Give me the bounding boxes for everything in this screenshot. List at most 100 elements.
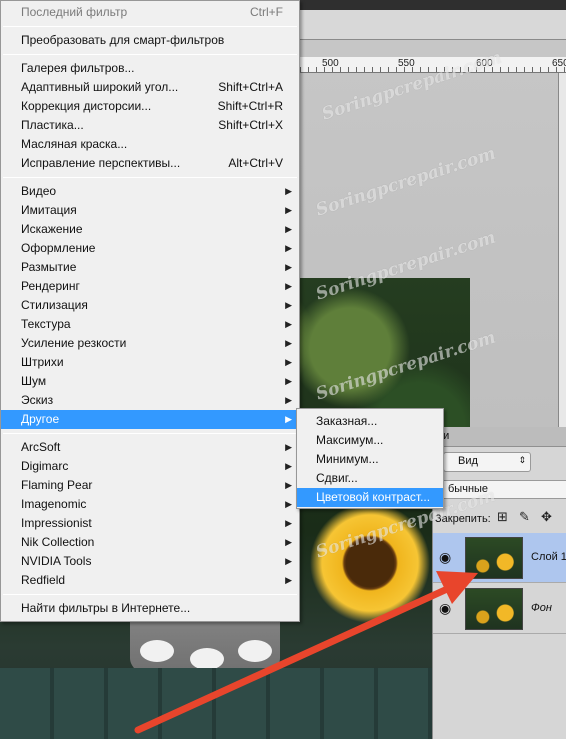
ruler-ticks xyxy=(300,67,566,72)
menu-item-label: Шум xyxy=(21,374,47,388)
updown-arrow-icon: ⇕ xyxy=(518,455,526,465)
horizontal-ruler: 500 550 600 650 xyxy=(300,57,566,73)
submenu-arrow-icon: ▶ xyxy=(285,243,292,253)
menu-separator xyxy=(3,594,297,595)
submenu-item-minimum[interactable]: Минимум... xyxy=(297,450,443,469)
menu-item-blur[interactable]: Размытие ▶ xyxy=(1,258,299,277)
submenu-item-maximum[interactable]: Максимум... xyxy=(297,431,443,450)
menu-item-find-filters-online[interactable]: Найти фильтры в Интернете... xyxy=(1,599,299,618)
blend-mode-select[interactable]: бычные xyxy=(443,480,566,499)
menu-item-label: Последний фильтр xyxy=(21,5,128,19)
menu-item-distort[interactable]: Искажение ▶ xyxy=(1,220,299,239)
menu-item-redfield[interactable]: Redfield ▶ xyxy=(1,571,299,590)
menu-item-label: Исправление перспективы... xyxy=(21,156,181,170)
menu-separator xyxy=(3,54,297,55)
layer-row[interactable]: ◉ Фон xyxy=(433,584,566,634)
watermark-text: Soringpcrepair.com xyxy=(313,143,499,221)
submenu-arrow-icon: ▶ xyxy=(285,376,292,386)
filter-menu: Последний фильтр Ctrl+F Преобразовать дл… xyxy=(0,0,300,622)
menu-item-video[interactable]: Видео ▶ xyxy=(1,182,299,201)
document-tab-bar xyxy=(300,10,566,40)
menu-item-artistic[interactable]: Имитация ▶ xyxy=(1,201,299,220)
menu-item-shortcut: Shift+Ctrl+X xyxy=(218,118,283,132)
menu-item-label: NVIDIA Tools xyxy=(21,554,92,568)
menu-item-label: Галерея фильтров... xyxy=(21,61,135,75)
menu-item-label: Imagenomic xyxy=(21,497,87,511)
menu-separator xyxy=(3,26,297,27)
submenu-arrow-icon: ▶ xyxy=(285,224,292,234)
menu-item-label: Оформление xyxy=(21,241,96,255)
menu-separator xyxy=(3,177,297,178)
menu-item-noise[interactable]: Шум ▶ xyxy=(1,372,299,391)
menu-item-label: Redfield xyxy=(21,573,66,587)
submenu-arrow-icon: ▶ xyxy=(285,262,292,272)
eye-icon[interactable]: ◉ xyxy=(439,549,451,566)
menu-item-label: Пластика... xyxy=(21,118,84,132)
menu-item-label: Стилизация xyxy=(21,298,88,312)
menu-item-liquify[interactable]: Пластика... Shift+Ctrl+X xyxy=(1,116,299,135)
menu-item-filter-gallery[interactable]: Галерея фильтров... xyxy=(1,59,299,78)
menu-item-label: Имитация xyxy=(21,203,77,217)
lock-label: Закрепить: xyxy=(435,513,491,525)
menu-item-label: Nik Collection xyxy=(21,535,95,549)
layers-tab[interactable]: ои xyxy=(433,427,566,447)
submenu-arrow-icon: ▶ xyxy=(285,480,292,490)
layer-filter-kind-select[interactable]: Вид ⇕ xyxy=(443,452,531,472)
menu-item-brush-strokes[interactable]: Штрихи ▶ xyxy=(1,353,299,372)
menu-item-sharpen[interactable]: Усиление резкости ▶ xyxy=(1,334,299,353)
kitten-paw xyxy=(190,648,224,670)
menu-item-label: Размытие xyxy=(21,260,77,274)
menu-item-digimarc[interactable]: Digimarc ▶ xyxy=(1,457,299,476)
move-icon[interactable]: ✥ xyxy=(541,509,552,525)
menu-item-flaming-pear[interactable]: Flaming Pear ▶ xyxy=(1,476,299,495)
lock-transparency-icon[interactable]: ⊞ xyxy=(497,509,508,525)
eye-icon[interactable]: ◉ xyxy=(439,600,451,617)
kind-value: Вид xyxy=(458,455,478,467)
menu-item-label: Impressionist xyxy=(21,516,92,530)
menu-item-label: Штрихи xyxy=(21,355,64,369)
menu-item-render[interactable]: Рендеринг ▶ xyxy=(1,277,299,296)
menu-item-label: Цветовой контраст... xyxy=(316,490,431,504)
menu-item-pixelate[interactable]: Оформление ▶ xyxy=(1,239,299,258)
menu-item-vanishing-point[interactable]: Исправление перспективы... Alt+Ctrl+V xyxy=(1,154,299,173)
submenu-item-high-pass[interactable]: Цветовой контраст... xyxy=(297,488,443,507)
menu-item-adaptive-wide-angle[interactable]: Адаптивный широкий угол... Shift+Ctrl+A xyxy=(1,78,299,97)
submenu-arrow-icon: ▶ xyxy=(285,556,292,566)
brush-icon[interactable]: ✎ xyxy=(519,509,530,525)
menu-item-label: Flaming Pear xyxy=(21,478,93,492)
layers-panel: ои Вид ⇕ бычные Закрепить: ⊞ ✎ ✥ ◉ Слой … xyxy=(432,427,566,739)
submenu-arrow-icon: ▶ xyxy=(285,518,292,528)
wooden-bench xyxy=(0,668,470,739)
menu-item-label: Заказная... xyxy=(316,414,378,428)
menu-item-label: Масляная краска... xyxy=(21,137,128,151)
menu-item-arcsoft[interactable]: ArcSoft ▶ xyxy=(1,438,299,457)
menu-item-nvidia-tools[interactable]: NVIDIA Tools ▶ xyxy=(1,552,299,571)
menu-item-label: Искажение xyxy=(21,222,83,236)
menu-item-nik-collection[interactable]: Nik Collection ▶ xyxy=(1,533,299,552)
menu-item-imagenomic[interactable]: Imagenomic ▶ xyxy=(1,495,299,514)
submenu-item-custom[interactable]: Заказная... xyxy=(297,412,443,431)
menu-item-sketch[interactable]: Эскиз ▶ xyxy=(1,391,299,410)
menu-item-impressionist[interactable]: Impressionist ▶ xyxy=(1,514,299,533)
submenu-arrow-icon: ▶ xyxy=(285,205,292,215)
submenu-arrow-icon: ▶ xyxy=(285,395,292,405)
menu-item-last-filter[interactable]: Последний фильтр Ctrl+F xyxy=(1,3,299,22)
menu-item-oil-paint[interactable]: Масляная краска... xyxy=(1,135,299,154)
menu-item-label: Коррекция дисторсии... xyxy=(21,99,152,113)
kitten-paw xyxy=(140,640,174,662)
layer-row[interactable]: ◉ Слой 1 xyxy=(433,533,566,583)
menu-item-label: ArcSoft xyxy=(21,440,61,454)
menu-item-label: Digimarc xyxy=(21,459,69,473)
menu-item-other[interactable]: Другое ▶ xyxy=(1,410,299,429)
other-submenu: Заказная... Максимум... Минимум... Сдвиг… xyxy=(296,408,444,509)
menu-item-label: Преобразовать для смарт-фильтров xyxy=(21,33,225,47)
submenu-item-offset[interactable]: Сдвиг... xyxy=(297,469,443,488)
vertical-ruler xyxy=(558,73,566,433)
menu-item-label: Усиление резкости xyxy=(21,336,127,350)
menu-item-label: Эскиз xyxy=(21,393,54,407)
menu-item-stylize[interactable]: Стилизация ▶ xyxy=(1,296,299,315)
submenu-arrow-icon: ▶ xyxy=(285,186,292,196)
menu-item-smart-filters[interactable]: Преобразовать для смарт-фильтров xyxy=(1,31,299,50)
menu-item-texture[interactable]: Текстура ▶ xyxy=(1,315,299,334)
menu-item-lens-correction[interactable]: Коррекция дисторсии... Shift+Ctrl+R xyxy=(1,97,299,116)
